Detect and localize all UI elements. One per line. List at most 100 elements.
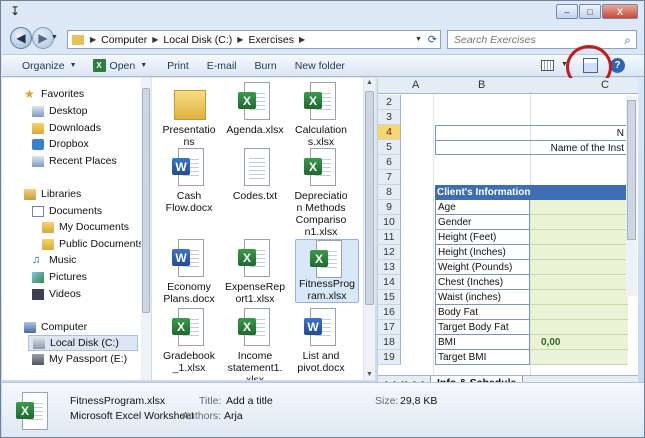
field-value-cell[interactable]	[531, 260, 628, 275]
field-label-cell[interactable]: Target Body Fat	[435, 320, 530, 335]
help-button[interactable]: ?	[610, 58, 625, 73]
scroll-up-icon[interactable]: ▲	[366, 79, 373, 86]
row-header[interactable]: 2	[378, 95, 401, 110]
refresh-icon[interactable]: ⟳	[428, 33, 437, 46]
details-title-value[interactable]: Add a title	[226, 395, 273, 407]
file-item-selected[interactable]: X FitnessProg ram.xlsx	[295, 239, 359, 303]
row-header[interactable]: 14	[378, 275, 401, 290]
burn-button[interactable]: Burn	[245, 60, 285, 72]
open-button[interactable]: X Open ▼	[85, 59, 156, 72]
nav-item-public-documents[interactable]: Public Documents	[42, 238, 144, 250]
file-item[interactable]: Codes.txt	[223, 148, 287, 202]
back-button[interactable]: ◀	[10, 27, 32, 49]
file-item[interactable]: Presentatio ns	[157, 82, 221, 148]
field-label-cell[interactable]: Height (Inches)	[435, 245, 530, 260]
field-value-cell[interactable]	[531, 320, 628, 335]
nav-item-documents[interactable]: Documents	[32, 205, 102, 217]
breadcrumb-local-disk[interactable]: Local Disk (C:)	[163, 34, 232, 46]
row-header[interactable]: 17	[378, 320, 401, 335]
file-item[interactable]: X Agenda.xlsx	[223, 82, 287, 136]
close-button[interactable]: X	[602, 4, 638, 19]
file-item[interactable]: X Calculation s.xlsx	[289, 82, 353, 148]
nav-item-recent-places[interactable]: Recent Places	[32, 155, 117, 167]
file-item[interactable]: W Economy Plans.docx	[157, 239, 221, 305]
row-header[interactable]: 12	[378, 245, 401, 260]
nav-scrollbar[interactable]	[141, 78, 151, 380]
field-value-cell[interactable]	[531, 230, 628, 245]
address-dropdown-icon[interactable]: ▼	[415, 36, 422, 43]
nav-item-downloads[interactable]: Downloads	[32, 122, 101, 134]
nav-item-dropbox[interactable]: Dropbox	[32, 138, 89, 150]
row-header[interactable]: 18	[378, 335, 401, 350]
new-folder-button[interactable]: New folder	[285, 60, 353, 72]
scrollbar-thumb[interactable]	[365, 91, 374, 305]
nav-item-computer[interactable]: Computer	[24, 321, 87, 333]
section-header-cell[interactable]: Client's Information	[435, 185, 628, 200]
field-label-cell[interactable]: Chest (Inches)	[435, 275, 530, 290]
recent-pages-dropdown-icon[interactable]: ▼	[51, 34, 58, 41]
row-header[interactable]: 7	[378, 170, 401, 185]
title-cell[interactable]: N	[435, 125, 628, 140]
breadcrumb-exercises[interactable]: Exercises	[248, 34, 294, 46]
nav-item-videos[interactable]: Videos	[32, 288, 81, 300]
row-header[interactable]: 5	[378, 140, 401, 155]
file-item[interactable]: W Cash Flow.docx	[157, 148, 221, 214]
search-icon[interactable]: ⌕	[624, 33, 631, 48]
row-header[interactable]: 4	[378, 125, 401, 140]
nav-item-my-documents[interactable]: My Documents	[42, 221, 129, 233]
breadcrumb-separator-icon[interactable]: ▶	[237, 35, 243, 44]
nav-item-pictures[interactable]: Pictures	[32, 271, 87, 283]
file-list-scrollbar[interactable]: ▲ ▼	[363, 78, 375, 380]
breadcrumb-separator-icon[interactable]: ▶	[90, 35, 96, 44]
row-header[interactable]: 8	[378, 185, 401, 200]
file-item[interactable]: X Gradebook _1.xlsx	[157, 308, 221, 374]
breadcrumb-separator-icon[interactable]: ▶	[299, 35, 305, 44]
institution-cell[interactable]: Name of the Inst	[435, 140, 628, 155]
scrollbar-thumb[interactable]	[142, 88, 150, 313]
row-header[interactable]: 16	[378, 305, 401, 320]
field-value-cell[interactable]	[531, 200, 628, 215]
field-value-cell[interactable]	[531, 350, 628, 365]
maximize-button[interactable]: □	[579, 4, 601, 19]
field-label-cell[interactable]: BMI	[435, 335, 530, 350]
row-header[interactable]: 3	[378, 110, 401, 125]
nav-item-my-passport[interactable]: My Passport (E:)	[32, 353, 127, 365]
file-item[interactable]: X Income statement1. xlsx	[223, 308, 287, 380]
nav-item-desktop[interactable]: Desktop	[32, 105, 88, 117]
nav-item-libraries[interactable]: Libraries	[24, 188, 81, 200]
file-item[interactable]: X ExpenseRep ort1.xlsx	[223, 239, 287, 305]
breadcrumb-separator-icon[interactable]: ▶	[152, 35, 158, 44]
field-value-cell[interactable]	[531, 275, 628, 290]
file-item[interactable]: W List and pivot.docx	[289, 308, 353, 374]
row-header[interactable]: 9	[378, 200, 401, 215]
scrollbar-thumb[interactable]	[627, 100, 636, 240]
nav-item-local-disk[interactable]: Local Disk (C:)	[28, 335, 138, 351]
organize-button[interactable]: Organize ▼	[2, 60, 85, 72]
row-header[interactable]: 10	[378, 215, 401, 230]
change-view-icon[interactable]	[541, 60, 554, 71]
row-header[interactable]: 13	[378, 260, 401, 275]
address-bar[interactable]: ▶ Computer ▶ Local Disk (C:) ▶ Exercises…	[67, 30, 441, 49]
minimize-button[interactable]: –	[556, 4, 578, 19]
row-header[interactable]: 19	[378, 350, 401, 365]
field-label-cell[interactable]: Target BMI	[435, 350, 530, 365]
bmi-value-cell[interactable]: 0,00	[531, 335, 628, 350]
nav-item-favorites[interactable]: ★ Favorites	[24, 88, 84, 101]
file-item[interactable]: X Depreciatio n Methods Compariso n1.xlsx	[289, 148, 353, 238]
row-header[interactable]: 15	[378, 290, 401, 305]
row-header[interactable]: 11	[378, 230, 401, 245]
field-label-cell[interactable]: Height (Feet)	[435, 230, 530, 245]
field-value-cell[interactable]	[531, 215, 628, 230]
print-button[interactable]: Print	[155, 60, 197, 72]
nav-item-music[interactable]: ♫ Music	[32, 254, 76, 266]
row-header[interactable]: 6	[378, 155, 401, 170]
field-label-cell[interactable]: Age	[435, 200, 530, 215]
email-button[interactable]: E-mail	[197, 60, 245, 72]
field-value-cell[interactable]	[531, 305, 628, 320]
field-label-cell[interactable]: Waist (inches)	[435, 290, 530, 305]
field-label-cell[interactable]: Gender	[435, 215, 530, 230]
search-input[interactable]: Search Exercises ⌕	[447, 30, 637, 49]
field-label-cell[interactable]: Body Fat	[435, 305, 530, 320]
preview-scrollbar[interactable]	[626, 96, 637, 296]
details-authors-value[interactable]: Arja	[224, 410, 243, 422]
